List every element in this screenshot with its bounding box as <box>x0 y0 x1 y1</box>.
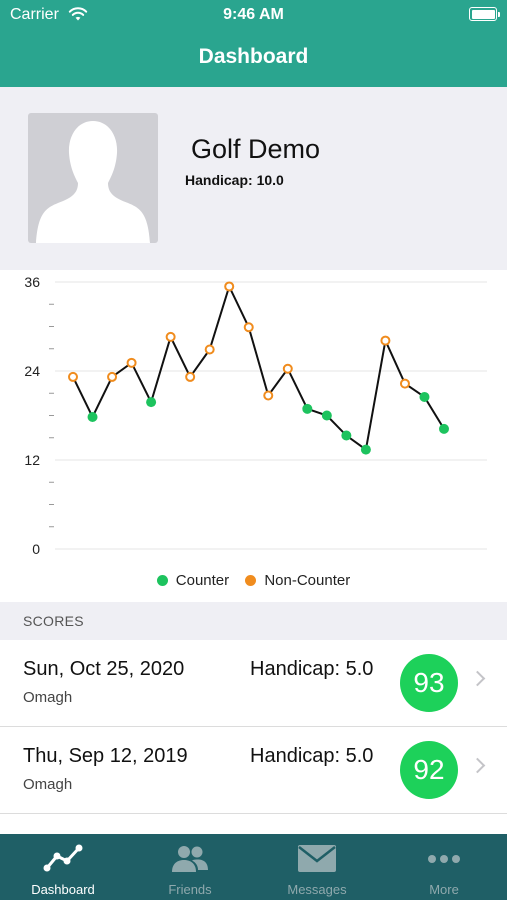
tab-friends[interactable]: Friends <box>127 834 253 900</box>
data-point-non-counter <box>263 390 274 401</box>
chevron-right-icon <box>469 670 486 687</box>
score-course: Omagh <box>23 776 73 793</box>
line-chart: 36 24 12 0 <box>24 274 487 557</box>
series-line <box>72 283 445 452</box>
tab-label: Friends <box>168 882 212 897</box>
battery-icon <box>469 7 500 21</box>
data-point-non-counter <box>185 371 196 382</box>
y-tick-label: 24 <box>24 363 40 379</box>
person-silhouette-icon <box>36 121 150 243</box>
tab-dashboard[interactable]: Dashboard <box>0 834 126 900</box>
scores-section-header: SCORES <box>0 602 507 640</box>
handicap-chart: 36 24 12 0 Counter Non-Counter <box>0 270 507 602</box>
data-point-counter <box>146 397 157 408</box>
profile-handicap: Handicap: 10.0 <box>185 172 284 188</box>
tab-label: More <box>429 882 459 897</box>
data-point-non-counter <box>224 281 235 292</box>
y-tick-label: 0 <box>32 541 40 557</box>
score-row[interactable]: Thu, Sep 12, 2019 Omagh Handicap: 5.0 92 <box>0 727 507 814</box>
chart-line-icon <box>43 844 83 872</box>
data-point-non-counter <box>380 335 391 346</box>
data-point-counter <box>439 423 449 434</box>
status-time: 9:46 AM <box>223 6 284 23</box>
tab-more[interactable]: More <box>381 834 507 900</box>
data-point-non-counter <box>282 363 293 374</box>
y-tick-label: 12 <box>24 452 40 468</box>
data-point-non-counter <box>68 371 78 382</box>
avatar[interactable] <box>28 113 158 243</box>
profile-section: Golf Demo Handicap: 10.0 <box>0 87 507 270</box>
profile-name: Golf Demo <box>191 134 321 164</box>
score-row[interactable]: Sun, Oct 25, 2020 Omagh Handicap: 5.0 93 <box>0 640 507 727</box>
app-header: Carrier 9:46 AM Dashboard <box>0 0 507 87</box>
score-date: Thu, Sep 12, 2019 <box>23 745 188 767</box>
data-point-non-counter <box>107 371 118 382</box>
legend-item-non-counter: Non-Counter <box>245 572 350 589</box>
data-point-non-counter <box>126 357 137 368</box>
tab-label: Messages <box>287 882 347 897</box>
data-point-non-counter <box>165 331 176 342</box>
data-point-counter <box>321 410 332 421</box>
score-course: Omagh <box>23 689 73 706</box>
data-point-non-counter <box>243 322 254 333</box>
score-badge: 92 <box>400 741 458 799</box>
tab-label: Dashboard <box>31 882 95 897</box>
tab-messages[interactable]: Messages <box>254 834 380 900</box>
chart-legend: Counter Non-Counter <box>0 572 507 589</box>
legend-label-non-counter: Non-Counter <box>264 572 351 589</box>
envelope-icon <box>298 845 336 872</box>
legend-label-counter: Counter <box>175 572 230 589</box>
data-point-non-counter <box>399 378 410 389</box>
legend-dot-non-counter <box>245 575 257 586</box>
page-title: Dashboard <box>198 45 309 68</box>
chevron-right-icon <box>469 757 486 774</box>
ellipsis-icon <box>428 855 460 863</box>
data-point-counter <box>341 430 352 441</box>
data-point-counter <box>419 391 430 402</box>
score-handicap: Handicap: 5.0 <box>250 658 374 680</box>
data-point-counter <box>360 444 371 455</box>
tab-bar: Dashboard Friends Messages More <box>0 834 507 900</box>
score-badge: 93 <box>400 654 458 712</box>
y-tick-label: 36 <box>24 274 40 290</box>
friends-icon <box>172 846 208 872</box>
data-point-counter <box>87 411 98 422</box>
score-date: Sun, Oct 25, 2020 <box>23 658 185 680</box>
data-point-counter <box>302 403 313 414</box>
section-title: SCORES <box>23 613 84 629</box>
legend-item-counter: Counter <box>156 572 230 589</box>
legend-dot-counter <box>156 575 168 586</box>
score-handicap: Handicap: 5.0 <box>250 745 374 767</box>
data-point-non-counter <box>204 344 215 355</box>
